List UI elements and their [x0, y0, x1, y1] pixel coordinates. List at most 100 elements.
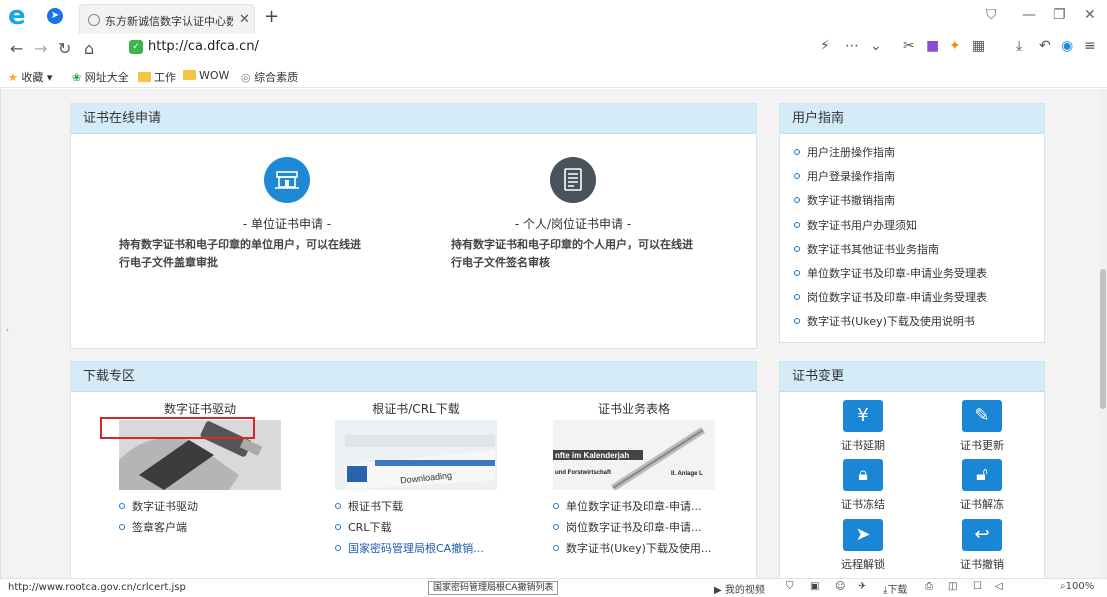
unfreeze-cert-button[interactable]: 🔓︎ 证书解冻 — [937, 459, 1027, 512]
guide-item[interactable]: 数字证书其他证书业务指南 — [794, 241, 987, 265]
download-column-root: 根证书/CRL下载 Downloading 根证书下载 CRL下载 国家密码管理… — [331, 400, 501, 561]
restore-button[interactable]: ❐ — [1053, 7, 1066, 23]
reader-icon[interactable]: ■ — [926, 38, 939, 54]
edit-icon: ✎ — [962, 400, 1002, 432]
guide-item[interactable]: 用户注册操作指南 — [794, 144, 987, 168]
guide-link[interactable]: 数字证书用户办理须知 — [807, 219, 917, 232]
download-link[interactable]: CRL下载 — [335, 519, 501, 540]
download-link-label[interactable]: 单位数字证书及印章-申请... — [566, 500, 701, 513]
play-icon: ▶ — [714, 585, 722, 596]
update-cert-button[interactable]: ✎ 证书更新 — [937, 400, 1027, 453]
download-link[interactable]: 数字证书驱动 — [119, 498, 285, 519]
bullet-icon — [553, 503, 559, 509]
close-window-button[interactable]: ✕ — [1084, 7, 1096, 23]
revoke-cert-button[interactable]: ↩ 证书撤销 — [937, 519, 1027, 572]
guide-item[interactable]: 数字证书用户办理须知 — [794, 217, 987, 241]
guide-link[interactable]: 用户登录操作指南 — [807, 170, 895, 183]
guide-item[interactable]: 用户登录操作指南 — [794, 168, 987, 192]
scrollbar-thumb[interactable] — [1100, 269, 1106, 409]
download-link-label[interactable]: 数字证书(Ukey)下载及使用... — [566, 542, 711, 555]
download-link-label[interactable]: CRL下载 — [348, 521, 391, 534]
game-icon[interactable]: ✦ — [949, 38, 961, 54]
download-icon[interactable]: ⤓ — [1016, 38, 1022, 54]
zoom-control[interactable]: ⌕100% — [1060, 581, 1094, 592]
undo-icon[interactable]: ↶ — [1039, 38, 1051, 54]
download-link-label[interactable]: 签章客户端 — [132, 521, 187, 534]
bookmark-label: 收藏 — [21, 71, 44, 84]
guide-link[interactable]: 数字证书其他证书业务指南 — [807, 243, 939, 256]
forward-button[interactable]: → — [34, 39, 47, 58]
side-arrow-icon[interactable]: › — [6, 326, 9, 334]
guide-item[interactable]: 单位数字证书及印章-申请业务受理表 — [794, 265, 987, 289]
apps-grid-icon[interactable]: ▦ — [972, 38, 985, 54]
bookmark-favorites[interactable]: ★ 收藏 ▾ — [8, 69, 52, 85]
bookmark-work[interactable]: 工作 — [138, 69, 176, 85]
video-label: 我的视频 — [724, 585, 765, 596]
bookmark-sites[interactable]: ❀ 网址大全 — [72, 69, 129, 85]
downloading-image: Downloading — [335, 420, 497, 490]
back-button[interactable]: ← — [10, 39, 23, 58]
navigation-icon[interactable]: ➤ — [47, 8, 63, 24]
extend-cert-button[interactable]: ¥ 证书延期 — [818, 400, 908, 453]
guide-link[interactable]: 岗位数字证书及印章-申请业务受理表 — [807, 291, 987, 304]
window-icon[interactable]: ☐ — [973, 581, 982, 592]
org-apply-block[interactable]: - 单位证书申请 - — [227, 157, 347, 232]
download-link-label[interactable]: 根证书下载 — [348, 500, 403, 513]
guide-item[interactable]: 数字证书(Ukey)下载及使用说明书 — [794, 313, 987, 337]
guide-link[interactable]: 单位数字证书及印章-申请业务受理表 — [807, 267, 987, 280]
download-link[interactable]: 数字证书(Ukey)下载及使用... — [553, 540, 719, 561]
lightning-icon[interactable]: ⚡ — [820, 38, 830, 54]
guide-link[interactable]: 数字证书(Ukey)下载及使用说明书 — [807, 315, 975, 328]
minimize-button[interactable]: — — [1022, 7, 1036, 23]
download-link[interactable]: 岗位数字证书及印章-申请... — [553, 519, 719, 540]
scissors-icon[interactable]: ✂ — [903, 38, 915, 54]
printer-icon[interactable]: ⎙ — [925, 581, 933, 592]
browser-ball-icon[interactable]: ◉ — [1061, 38, 1073, 54]
chat-icon[interactable]: ☺ — [835, 581, 845, 592]
chevron-down-icon[interactable]: ⌄ — [870, 38, 882, 54]
download-links: 单位数字证书及印章-申请... 岗位数字证书及印章-申请... 数字证书(Uke… — [549, 498, 719, 561]
image-icon[interactable]: ▣ — [810, 581, 819, 592]
download-link[interactable]: 国家密码管理局根CA撤销... — [335, 540, 501, 561]
screenshot-icon[interactable]: ◫ — [948, 581, 957, 592]
download-link-label[interactable]: 岗位数字证书及印章-申请... — [566, 521, 701, 534]
secure-shield-icon: ✓ — [129, 40, 143, 54]
guide-item[interactable]: 数字证书撤销指南 — [794, 192, 987, 216]
shield-icon[interactable]: ⛉ — [786, 581, 794, 592]
shirt-skin-icon[interactable]: ⛉ — [986, 7, 997, 23]
guide-panel-header: 用户指南 — [780, 104, 1044, 134]
download-link[interactable]: 签章客户端 — [119, 519, 285, 540]
sound-icon[interactable]: ◁ — [995, 581, 1003, 592]
personal-apply-block[interactable]: - 个人/岗位证书申请 - — [498, 157, 648, 232]
desc-line: 行电子文件签名审核 — [451, 256, 550, 269]
more-icon[interactable]: ⋯ — [845, 38, 859, 54]
download-link[interactable]: 单位数字证书及印章-申请... — [553, 498, 719, 519]
tab-title: 东方新诚信数字认证中心数字 — [105, 15, 233, 28]
guide-panel: 用户指南 用户注册操作指南 用户登录操作指南 数字证书撤销指南 数字证书用户办理… — [779, 103, 1045, 343]
download-link[interactable]: 根证书下载 — [335, 498, 501, 519]
remote-unlock-button[interactable]: ➤ 远程解锁 — [818, 519, 908, 572]
bookmark-quality[interactable]: ◎ 综合素质 — [241, 69, 298, 85]
guide-item[interactable]: 岗位数字证书及印章-申请业务受理表 — [794, 289, 987, 313]
download-column-title: 证书业务表格 — [597, 402, 670, 416]
page-scrollbar[interactable] — [1099, 89, 1107, 578]
tab-active[interactable]: 东方新诚信数字认证中心数字 ✕ — [79, 4, 255, 34]
refresh-button[interactable]: ↻ — [58, 39, 71, 58]
download-link-label[interactable]: 国家密码管理局根CA撤销... — [348, 542, 484, 555]
new-tab-button[interactable]: + — [264, 6, 279, 27]
menu-icon[interactable]: ≡ — [1084, 38, 1096, 54]
bullet-icon — [794, 318, 800, 325]
guide-link[interactable]: 用户注册操作指南 — [807, 146, 895, 159]
home-button[interactable]: ⌂ — [84, 39, 94, 58]
status-download-button[interactable]: ⤓下载 — [883, 581, 907, 596]
bookmark-wow[interactable]: WOW — [183, 69, 229, 82]
guide-link[interactable]: 数字证书撤销指南 — [807, 194, 895, 207]
tab-close-icon[interactable]: ✕ — [239, 12, 250, 27]
download-link-label[interactable]: 数字证书驱动 — [132, 500, 198, 513]
rocket-icon[interactable]: ✈ — [858, 581, 866, 592]
url-input[interactable]: http://ca.dfca.cn/ — [148, 39, 259, 54]
browser-logo-icon[interactable]: e — [8, 3, 34, 29]
bullet-icon — [794, 197, 800, 204]
freeze-cert-button[interactable]: 🔒︎ 证书冻结 — [818, 459, 908, 512]
my-video-button[interactable]: ▶ 我的视频 — [714, 581, 765, 596]
